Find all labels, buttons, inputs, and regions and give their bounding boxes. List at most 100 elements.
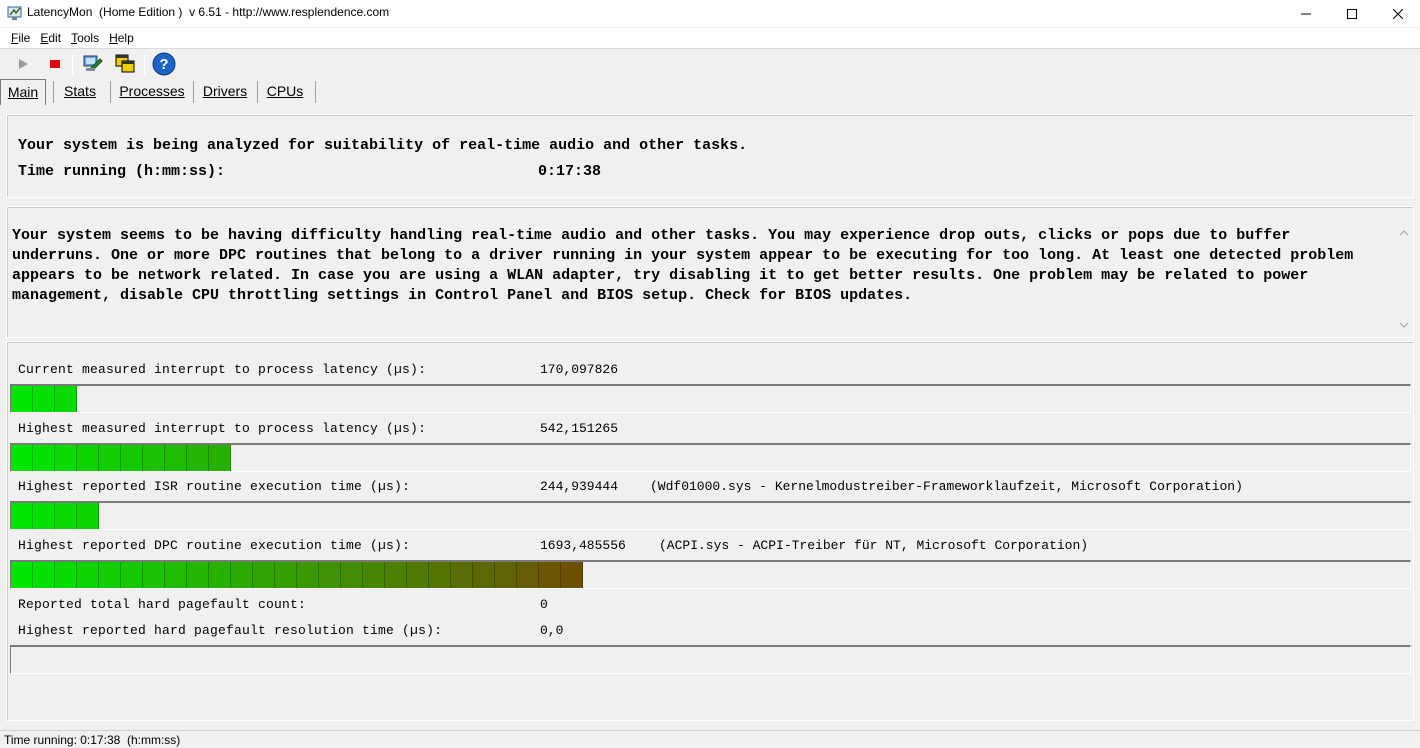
meter-block	[77, 503, 99, 529]
meter-block	[165, 445, 187, 471]
meter-block	[539, 562, 561, 588]
meter-block	[143, 562, 165, 588]
time-running-label: Time running (h:mm:ss):	[18, 163, 226, 180]
meter-block	[473, 562, 495, 588]
tab-stats[interactable]: Stats	[58, 79, 102, 105]
isr-time-value: 244,939444	[540, 479, 619, 494]
isr-driver-text: (Wdf01000.sys - Kernelmodustreiber-Frame…	[650, 479, 1243, 494]
meter-block	[209, 562, 231, 588]
tab-drivers[interactable]: Drivers	[198, 79, 252, 105]
dpc-time-value: 1693,485556	[540, 538, 626, 553]
menu-help[interactable]: Help	[104, 28, 139, 48]
minimize-button[interactable]	[1283, 0, 1329, 27]
tab-separator	[257, 81, 258, 103]
meter-block	[55, 562, 77, 588]
meter-block	[429, 562, 451, 588]
toolbar-separator	[144, 54, 145, 76]
highest-latency-meter	[10, 443, 1411, 472]
stop-button[interactable]	[42, 52, 68, 76]
meter-fill	[11, 445, 231, 471]
analyze-icon	[83, 55, 103, 71]
app-icon	[7, 5, 23, 21]
help-icon: ?	[152, 52, 176, 76]
meter-block	[209, 445, 231, 471]
meter-block	[11, 503, 33, 529]
window-title: LatencyMon (Home Edition ) v 6.51 - http…	[27, 5, 390, 19]
menu-help-accel: H	[109, 31, 118, 45]
meter-block	[275, 562, 297, 588]
meter-block	[55, 503, 77, 529]
analysis-status-text: Your system is being analyzed for suitab…	[18, 137, 748, 154]
dpc-driver-text: (ACPI.sys - ACPI-Treiber für NT, Microso…	[659, 538, 1089, 553]
stop-icon	[50, 60, 60, 68]
meter-block	[253, 562, 275, 588]
dpc-time-label: Highest reported DPC routine execution t…	[18, 538, 411, 553]
title-bar: LatencyMon (Home Edition ) v 6.51 - http…	[0, 0, 1420, 27]
pagefault-time-meter	[10, 645, 1411, 674]
meter-block	[187, 445, 209, 471]
pagefault-time-label: Highest reported hard pagefault resoluti…	[18, 623, 443, 638]
meter-block	[451, 562, 473, 588]
start-button[interactable]	[10, 52, 36, 76]
pagefault-time-value: 0,0	[540, 623, 564, 638]
tab-processes[interactable]: Processes	[116, 79, 188, 105]
maximize-button[interactable]	[1329, 0, 1375, 27]
play-icon	[19, 59, 28, 69]
measurements-panel: Current measured interrupt to process la…	[6, 341, 1414, 721]
meter-block	[297, 562, 319, 588]
meter-block	[561, 562, 583, 588]
maximize-icon	[1347, 8, 1357, 19]
tab-separator	[193, 81, 194, 103]
tab-separator	[315, 81, 316, 103]
tab-separator	[110, 81, 111, 103]
meter-block	[341, 562, 363, 588]
meter-block	[33, 562, 55, 588]
menu-edit[interactable]: Edit	[35, 28, 66, 48]
conclusion-text: Your system seems to be having difficult…	[12, 227, 1354, 304]
meter-block	[231, 562, 253, 588]
menu-tools-rest: ools	[77, 31, 100, 45]
meter-block	[165, 562, 187, 588]
minimize-icon	[1301, 13, 1311, 14]
windows-button[interactable]	[112, 52, 138, 76]
meter-block	[517, 562, 539, 588]
tab-cpus[interactable]: CPUs	[263, 79, 307, 105]
meter-block	[407, 562, 429, 588]
meter-block	[11, 386, 33, 412]
close-button[interactable]	[1375, 0, 1420, 27]
menu-edit-rest: dit	[48, 31, 62, 45]
menu-file-rest: ile	[18, 31, 31, 45]
menu-tools[interactable]: Tools	[66, 28, 104, 48]
meter-block	[11, 445, 33, 471]
pagefault-count-value: 0	[540, 597, 548, 612]
meter-block	[385, 562, 407, 588]
dpc-time-meter	[10, 560, 1411, 589]
scroll-up-icon[interactable]	[1399, 229, 1409, 239]
windows-icon	[115, 54, 135, 73]
pagefault-count-label: Reported total hard pagefault count:	[18, 597, 307, 612]
scroll-down-icon[interactable]	[1399, 321, 1409, 331]
menu-help-rest: elp	[117, 31, 134, 45]
highest-latency-value: 542,151265	[540, 421, 619, 436]
close-icon	[1393, 8, 1403, 19]
meter-block	[55, 386, 77, 412]
analysis-status-panel: Your system is being analyzed for suitab…	[6, 114, 1414, 198]
analyze-button[interactable]	[80, 52, 106, 76]
meter-fill	[11, 386, 77, 412]
current-latency-meter	[10, 384, 1411, 413]
menu-file[interactable]: File	[6, 28, 35, 48]
meter-block	[77, 445, 99, 471]
help-button[interactable]: ?	[151, 52, 177, 76]
tab-main[interactable]: Main	[0, 79, 46, 105]
meter-block	[55, 445, 77, 471]
highest-latency-label: Highest measured interrupt to process la…	[18, 421, 427, 436]
meter-block	[99, 562, 121, 588]
meter-block	[121, 562, 143, 588]
meter-block	[187, 562, 209, 588]
meter-block	[33, 503, 55, 529]
menu-bar: File Edit Tools Help	[0, 28, 1420, 48]
current-latency-label: Current measured interrupt to process la…	[18, 362, 427, 377]
conclusion-panel[interactable]: Your system seems to be having difficult…	[6, 206, 1414, 338]
meter-block	[143, 445, 165, 471]
tab-separator	[53, 81, 54, 103]
